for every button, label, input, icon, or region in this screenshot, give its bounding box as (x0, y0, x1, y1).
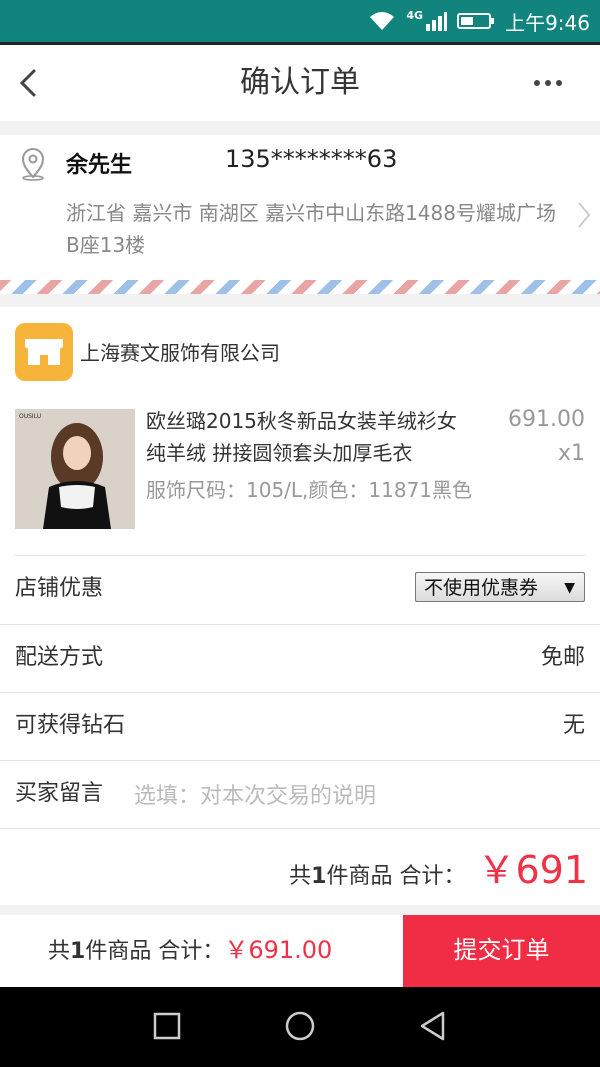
wifi-icon (370, 12, 395, 30)
total-row: 共 1 件商品 合计： ￥691 (0, 827, 600, 905)
buyer-message-input[interactable] (132, 775, 576, 817)
total-prefix: 共 (289, 864, 312, 889)
total-count: 1 (311, 864, 327, 889)
product-price: 691.00 (508, 407, 585, 432)
product-spec: 服饰尺码：105/L,颜色：11871黑色 (146, 478, 473, 502)
store-discount-row: 店铺优惠 不使用优惠券 ▼ (0, 556, 600, 624)
delivery-label: 配送方式 (15, 645, 104, 670)
more-dots-icon[interactable] (532, 65, 564, 101)
shop-name[interactable]: 上海赛文服饰有限公司 (80, 337, 280, 366)
diamond-value: 无 (562, 713, 585, 738)
nav-bar: 确认订单 (0, 45, 600, 121)
status-bar: 4G 上午9:46 (0, 0, 600, 42)
coupon-selected: 不使用优惠券 (424, 577, 539, 599)
location-pin-icon (21, 148, 45, 181)
home-icon[interactable] (283, 1009, 317, 1043)
product-quantity: x1 (557, 441, 585, 466)
recent-apps-icon[interactable] (150, 1009, 184, 1043)
total-suffix: 件商品 合计： (326, 864, 466, 889)
diamond-label: 可获得钻石 (15, 713, 126, 738)
product-title[interactable]: 欧丝璐2015秋冬新品女装羊绒衫女 纯羊绒 拼接圆领套头加厚毛衣 (146, 405, 476, 469)
bottom-summary: 共1件商品 合计：￥691.00 (48, 915, 332, 987)
delivery-value: 免邮 (540, 645, 585, 670)
signal-icon (426, 12, 448, 31)
store-discount-label: 店铺优惠 (15, 576, 104, 601)
submit-order-button[interactable]: 提交订单 (403, 915, 600, 987)
page-title: 确认订单 (240, 65, 360, 100)
diamond-row: 可获得钻石 无 (0, 693, 600, 761)
bottom-prefix: 共 (48, 939, 71, 964)
network-label: 4G (406, 8, 424, 22)
delivery-row[interactable]: 配送方式 免邮 (0, 625, 600, 693)
bottom-amount: ￥691.00 (224, 936, 333, 964)
back-triangle-icon[interactable] (416, 1009, 450, 1043)
message-label: 买家留言 (15, 781, 104, 806)
coupon-select[interactable]: 不使用优惠券 ▼ (415, 572, 585, 602)
address-detail: 浙江省 嘉兴市 南湖区 嘉兴市中山东路1488号耀城广场B座13楼 (66, 201, 556, 257)
dropdown-arrow-icon: ▼ (564, 580, 575, 596)
bottom-bar: 共1件商品 合计：￥691.00 提交订单 (0, 915, 600, 987)
shop-icon (15, 323, 73, 381)
total-summary: 共 1 件商品 合计： ￥691 (289, 839, 588, 894)
battery-icon (457, 13, 495, 29)
message-row: 买家留言 (0, 761, 600, 829)
system-nav-bar (0, 987, 600, 1067)
recipient-phone: 135********63 (225, 145, 398, 173)
chevron-right-icon (578, 202, 591, 228)
order-section: 上海赛文服饰有限公司 OUSILU 欧丝璐2015秋冬新品女装羊绒衫女 纯羊绒 … (0, 307, 600, 905)
bottom-count: 1 (70, 939, 86, 964)
address-card[interactable]: 余先生 135********63 浙江省 嘉兴市 南湖区 嘉兴市中山东路148… (0, 135, 600, 280)
bottom-suffix: 件商品 合计： (85, 939, 225, 964)
total-amount: ￥691 (477, 848, 588, 892)
product-image-brand: OUSILU (19, 413, 42, 420)
product-image[interactable]: OUSILU (15, 409, 135, 529)
recipient-name: 余先生 (66, 153, 133, 178)
airmail-stripe (0, 280, 600, 294)
status-icons: 4G 上午9:46 (368, 0, 590, 42)
status-time: 上午9:46 (505, 10, 590, 35)
